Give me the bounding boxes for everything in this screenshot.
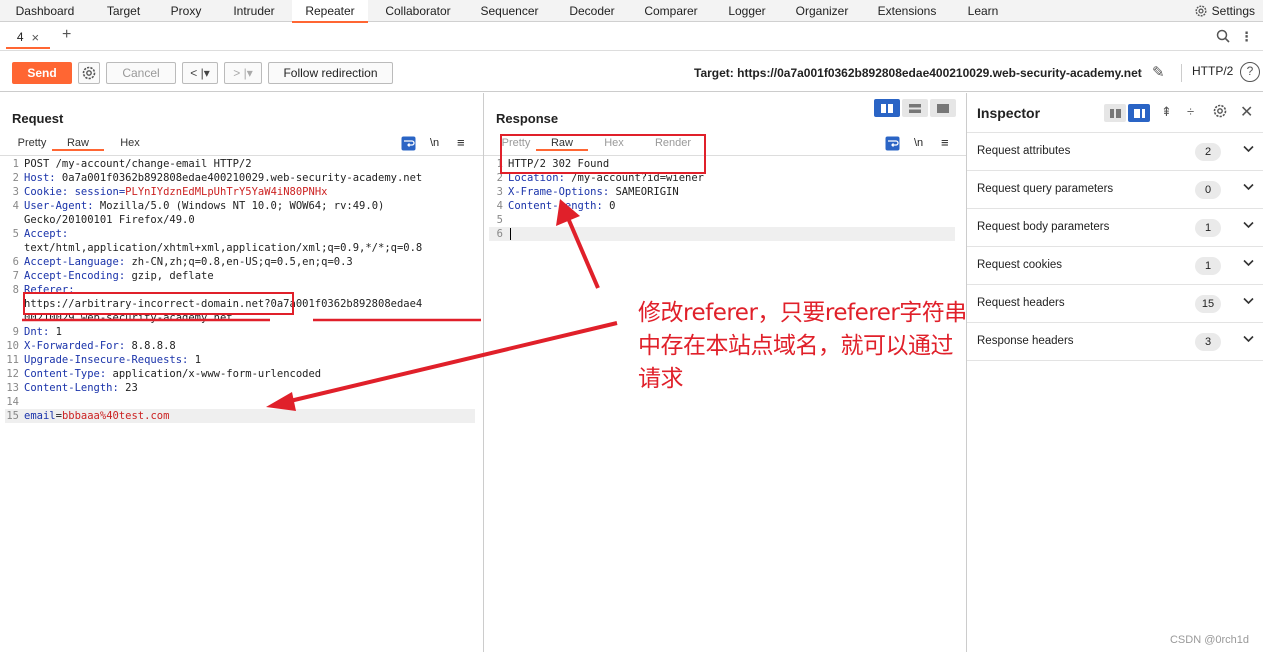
- annotation-line: 请求: [638, 366, 683, 392]
- annotation-text: 修改referer，只要referer字符串 中存在本站点域名，就可以通过 请求: [638, 297, 967, 396]
- annotation-arrow-up: [566, 217, 600, 289]
- annotation-arrowhead-left: [266, 392, 296, 411]
- annotation-arrow-left: [289, 321, 618, 403]
- referer-highlight-box: [23, 292, 294, 315]
- watermark: CSDN @0rch1d: [1169, 634, 1249, 646]
- annotation-line: 中存在本站点域名，就可以通过: [638, 333, 953, 359]
- annotation-line: 修改referer，只要referer字符串: [638, 300, 967, 326]
- response-status-highlight-box: [500, 134, 706, 174]
- annotation-overlay: [22, 134, 706, 411]
